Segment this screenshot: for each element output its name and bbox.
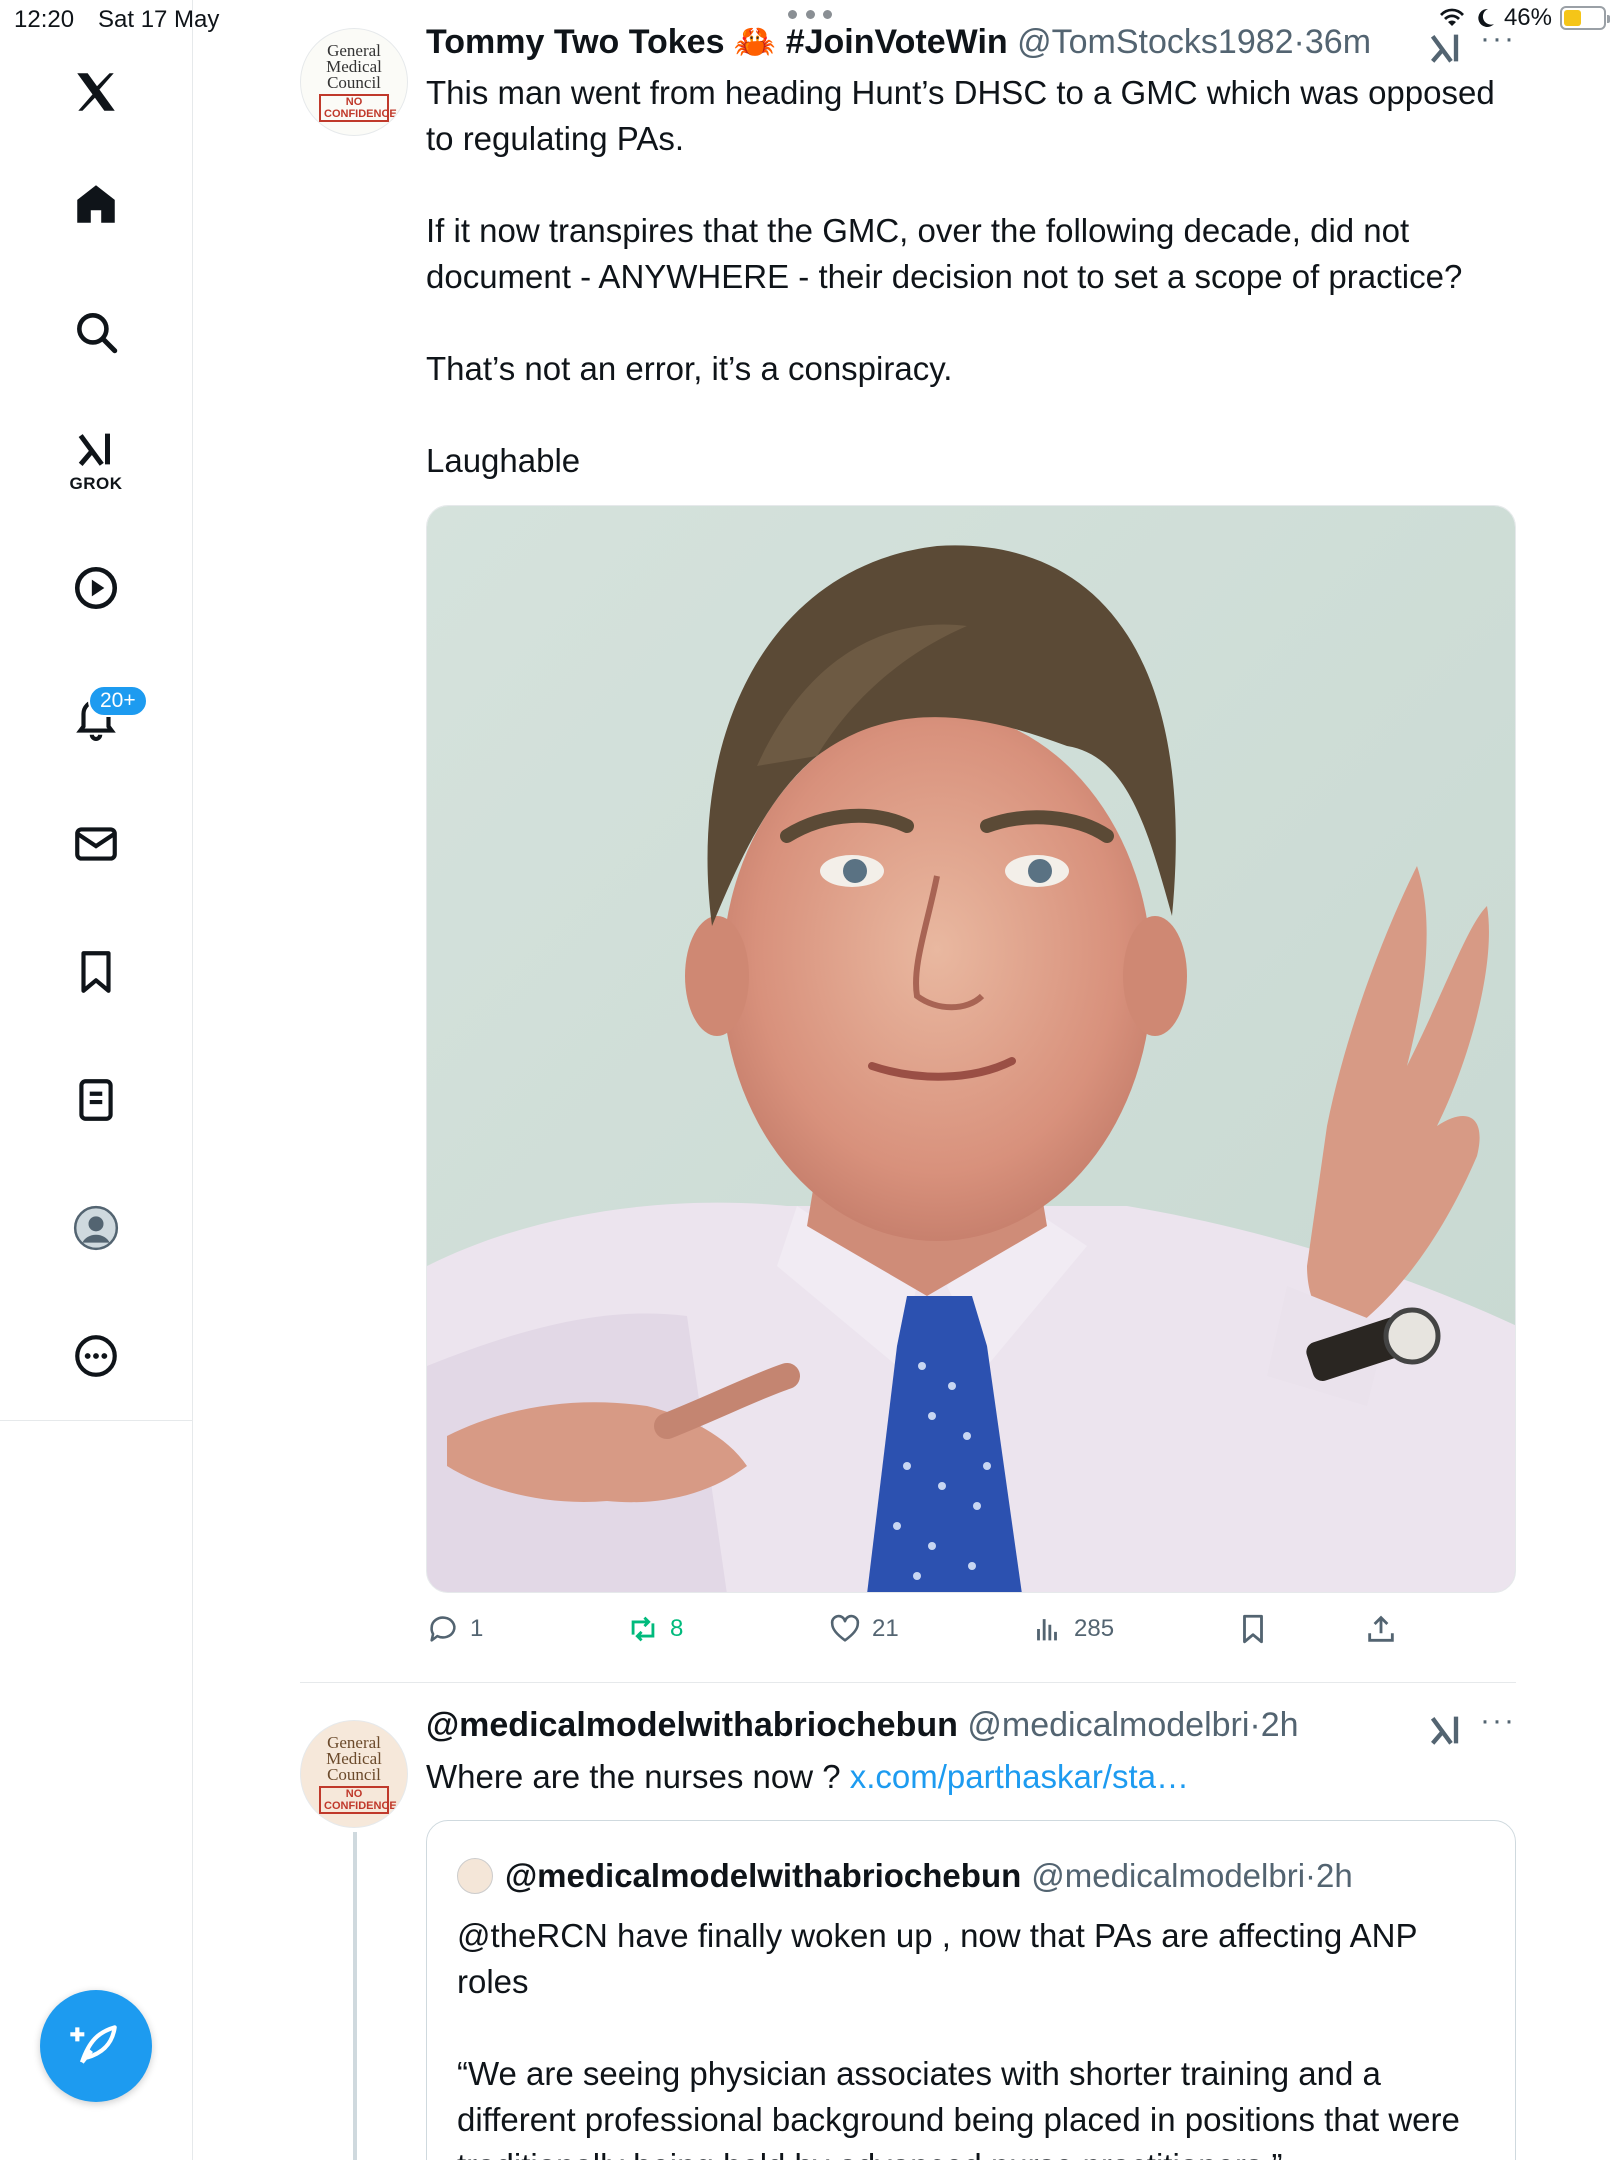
author-name[interactable]: Tommy Two Tokes 🦀 #JoinVoteWin: [426, 23, 1008, 61]
like-button[interactable]: 21: [828, 1612, 899, 1646]
reply-button[interactable]: 1: [426, 1612, 483, 1646]
home-icon[interactable]: [56, 164, 136, 244]
bookmark-icon[interactable]: [56, 932, 136, 1012]
avatar-stamp: NO CONFIDENCE: [319, 93, 397, 122]
tweet-image[interactable]: [426, 505, 1516, 1593]
share-icon: [1368, 1615, 1394, 1642]
author-handle[interactable]: @medicalmodelbri: [967, 1706, 1249, 1744]
avatar-text: General Medical Council: [326, 40, 382, 92]
photo-man-shrugging: [427, 506, 1515, 1592]
wifi-icon: [1439, 8, 1464, 27]
avatar-text: General Medical Council: [326, 1732, 382, 1784]
dot-separator: ·: [1305, 1857, 1317, 1894]
more-options-icon[interactable]: ···: [1480, 22, 1516, 56]
quote-paragraph: “We are seeing physician associates with…: [457, 2055, 1460, 2160]
quote-text: @theRCN have finally woken up , now that…: [457, 1913, 1487, 2160]
author-name[interactable]: @medicalmodelwithabriochebun: [426, 1706, 958, 1744]
reply-icon: [430, 1616, 456, 1642]
more-options-icon[interactable]: ···: [1480, 1704, 1516, 1738]
x-logo-icon[interactable]: [56, 52, 136, 132]
thread-line: [353, 1832, 357, 2160]
tweet-text: Where are the nurses now ? x.com/parthas…: [426, 1754, 1516, 1800]
avatar[interactable]: General Medical Council NO CONFIDENCE: [300, 28, 408, 136]
bookmark-icon: [1243, 1614, 1263, 1644]
quote-avatar: [457, 1858, 493, 1894]
search-icon[interactable]: [56, 292, 136, 372]
notifications-badge: 20+: [88, 685, 148, 717]
views-count: 285: [1074, 1615, 1115, 1642]
dot-separator: ·: [1293, 23, 1305, 61]
multitasking-dots-icon[interactable]: [788, 10, 832, 22]
compose-icon: [70, 2025, 117, 2064]
avatar[interactable]: General Medical Council NO CONFIDENCE: [300, 1720, 408, 1828]
mail-icon[interactable]: [56, 804, 136, 884]
views-icon: [1037, 1619, 1057, 1641]
tweet-text: This man went from heading Hunt’s DHSC t…: [426, 70, 1516, 484]
like-icon: [830, 1614, 860, 1642]
grok-icon[interactable]: GROK: [56, 420, 136, 500]
profile-icon[interactable]: [56, 1188, 136, 1268]
tweet-time[interactable]: 2h: [1261, 1706, 1299, 1744]
tweet-paragraph: This man went from heading Hunt’s DHSC t…: [426, 74, 1495, 157]
quote-header: @medicalmodelwithabriochebun @medicalmod…: [457, 1857, 1353, 1895]
compose-button[interactable]: [40, 1990, 152, 2102]
grok-label: GROK: [69, 474, 123, 493]
video-icon[interactable]: [56, 548, 136, 628]
repost-count: 8: [670, 1615, 684, 1642]
grok-icon[interactable]: [1426, 1710, 1466, 1750]
tweet-header: @medicalmodelwithabriochebun @medicalmod…: [426, 1706, 1299, 1745]
quoted-tweet[interactable]: @medicalmodelwithabriochebun @medicalmod…: [426, 1820, 1516, 2160]
grok-icon[interactable]: [1426, 28, 1466, 68]
tweet-header: Tommy Two Tokes 🦀 #JoinVoteWin @TomStock…: [426, 22, 1371, 62]
quote-author-name: @medicalmodelwithabriochebun: [505, 1857, 1022, 1894]
tweet-paragraph: If it now transpires that the GMC, over …: [426, 212, 1463, 295]
quote-paragraph: @theRCN have finally woken up , now that…: [457, 1917, 1417, 2000]
list-icon[interactable]: [56, 1060, 136, 1140]
dot-separator: ·: [1249, 1706, 1261, 1744]
tweet-link[interactable]: x.com/parthaskar/sta…: [850, 1758, 1189, 1795]
tweet-time[interactable]: 36m: [1305, 23, 1371, 61]
reply-count: 1: [470, 1615, 484, 1642]
views-button[interactable]: 285: [1030, 1612, 1114, 1646]
bookmark-button[interactable]: [1236, 1612, 1270, 1646]
sidebar: GROK 20+: [0, 0, 193, 2160]
author-handle[interactable]: @TomStocks1982: [1017, 23, 1293, 61]
tweet-paragraph: That’s not an error, it’s a conspiracy.: [426, 350, 953, 387]
repost-button[interactable]: 8: [626, 1612, 683, 1646]
share-button[interactable]: [1364, 1612, 1398, 1646]
quote-author-handle: @medicalmodelbri: [1031, 1857, 1306, 1894]
avatar-stamp: NO CONFIDENCE: [319, 1785, 397, 1814]
more-icon[interactable]: [56, 1316, 136, 1396]
tweet-separator: [300, 1682, 1516, 1683]
sidebar-divider: [0, 1420, 193, 1421]
like-count: 21: [872, 1615, 899, 1642]
quote-time: 2h: [1316, 1857, 1353, 1894]
repost-icon: [631, 1616, 655, 1642]
tweet-body: Where are the nurses now ?: [426, 1758, 850, 1795]
tweet-paragraph: Laughable: [426, 442, 581, 479]
battery-icon: [1560, 6, 1610, 30]
